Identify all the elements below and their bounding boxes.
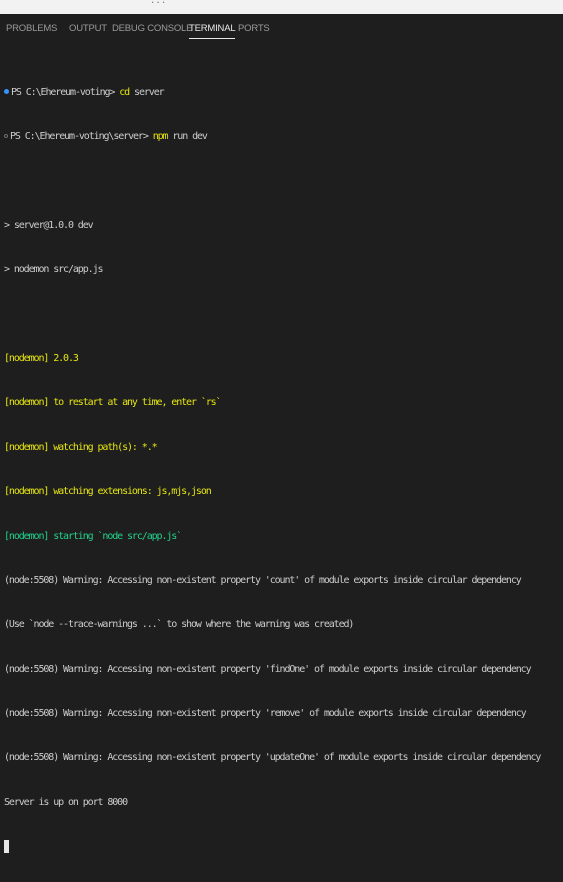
prompt-text: PS C:\Ehereum-voting> [11, 86, 120, 98]
command-running-dot-icon[interactable] [4, 133, 8, 138]
nodemon-line: [nodemon] watching path(s): *.* [4, 441, 158, 453]
command-success-dot-icon[interactable] [4, 88, 9, 94]
terminal-line: Server is up on port 8000 [4, 796, 128, 808]
command-keyword: cd [119, 86, 130, 98]
command-args: server [129, 86, 165, 98]
terminal-line: > nodemon src/app.js [4, 264, 104, 276]
terminal-line: PS C:\Ehereum-voting\server> npm run dev [4, 130, 563, 145]
terminal-output[interactable]: PS C:\Ehereum-voting> cd server PS C:\Eh… [4, 56, 563, 882]
prompt-text: PS C:\Ehereum-voting\server> [10, 130, 153, 142]
nodemon-start-line: [nodemon] starting `node src/app.js` [4, 530, 182, 542]
terminal-line: (node:5508) Warning: Accessing non-exist… [4, 708, 527, 720]
terminal-line: (node:5508) Warning: Accessing non-exist… [4, 663, 532, 675]
cursor-line [4, 840, 563, 855]
top-fragment-text: ... [150, 0, 167, 6]
terminal-line: (node:5508) Warning: Accessing non-exist… [4, 574, 522, 586]
window-top-strip: ... [0, 0, 563, 14]
terminal-line: PS C:\Ehereum-voting> cd server [4, 86, 563, 101]
tab-problems[interactable]: PROBLEMS [6, 23, 57, 34]
terminal-line: (Use `node --trace-warnings ...` to show… [4, 619, 354, 631]
command-keyword: npm [152, 130, 169, 142]
terminal-panel: PROBLEMS OUTPUT DEBUG CONSOLE TERMINAL P… [0, 14, 563, 854]
terminal-line: > server@1.0.0 dev [4, 219, 94, 231]
nodemon-line: [nodemon] watching extensions: js,mjs,js… [4, 486, 212, 498]
panel-tabs: PROBLEMS OUTPUT DEBUG CONSOLE TERMINAL P… [0, 14, 563, 44]
command-args: run dev [167, 130, 208, 142]
nodemon-line: [nodemon] 2.0.3 [4, 352, 79, 364]
tab-debug-console[interactable]: DEBUG CONSOLE [112, 23, 192, 34]
tab-terminal[interactable]: TERMINAL [189, 23, 236, 39]
tab-ports[interactable]: PORTS [238, 23, 270, 34]
tab-output[interactable]: OUTPUT [69, 23, 107, 34]
terminal-cursor [4, 840, 9, 854]
nodemon-line: [nodemon] to restart at any time, enter … [4, 397, 222, 409]
terminal-line: (node:5508) Warning: Accessing non-exist… [4, 752, 541, 764]
